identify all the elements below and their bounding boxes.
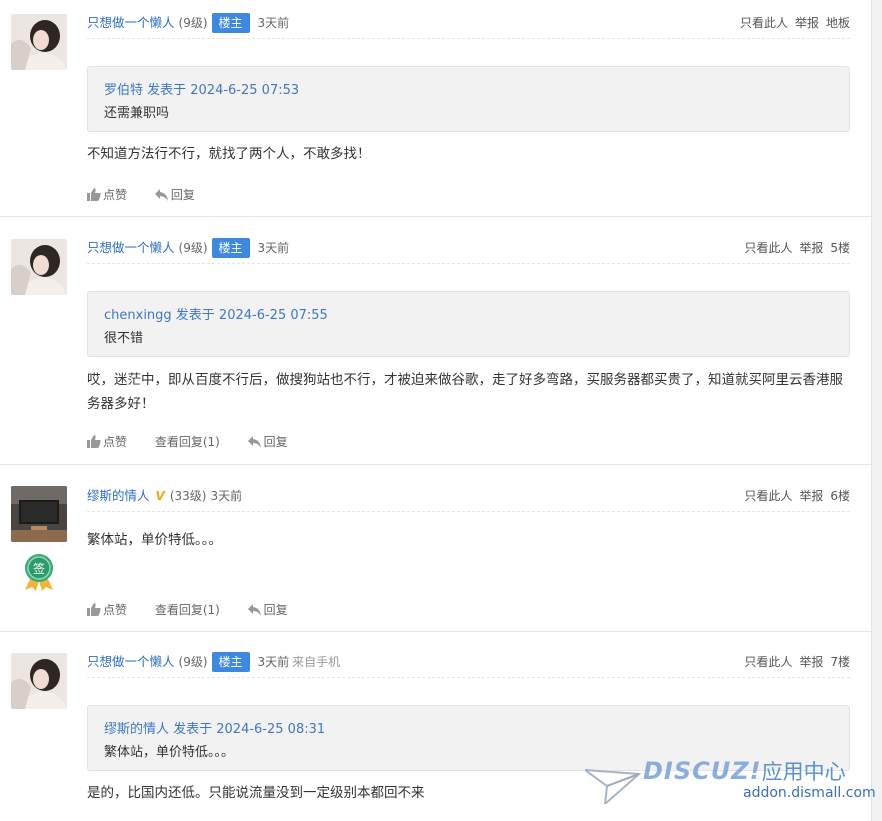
post-header: 只想做一个懒人 (9级) 楼主 3天前 来自手机 只看此人 举报 7楼 [87,651,850,678]
watermark-brand: DISCUZ! [643,757,762,785]
report-link[interactable]: 举报 [799,655,823,669]
post-content: 繁体站，单价特低。。。 [87,532,222,548]
quote-meta[interactable]: 罗伯特 发表于 2024-6-25 07:53 [104,79,833,102]
quote-text: 还需兼职吗 [104,106,170,121]
report-link[interactable]: 举报 [799,241,823,255]
reply-label: 回复 [170,188,195,202]
reply-post: 签 缪斯的情人 V (33级) 3天前 只看此人 举报 6楼 繁体站，单价特低。。。 点赞… [0,465,871,632]
report-link[interactable]: 举报 [795,16,819,30]
post-time: 3天前 [210,489,243,503]
only-this-user-link[interactable]: 只看此人 [744,241,792,255]
post-tools: 只看此人 举报 6楼 [737,485,850,507]
owner-badge: 楼主 [211,237,250,258]
quote-meta[interactable]: chenxingg 发表于 2024-6-25 07:55 [104,304,833,327]
avatar[interactable] [11,14,67,70]
post-time: 3天前 [257,241,290,255]
like-button[interactable]: 点赞 [87,601,127,618]
post-tools: 只看此人 举报 地板 [733,12,850,34]
vip-icon: V [155,489,165,503]
thumbs-up-icon [87,603,101,616]
medal-label: 签 [33,561,45,576]
avatar[interactable] [11,239,67,295]
view-replies-link[interactable]: 查看回复(1) [155,433,220,450]
paper-plane-icon [585,768,641,804]
post-actions: 点赞 查看回复(1) 回复 [87,433,312,450]
post-actions: 点赞 回复 [87,186,219,203]
user-level: (33级) [169,489,207,503]
username-link[interactable]: 只想做一个懒人 [87,240,175,255]
like-label: 点赞 [103,188,128,202]
watermark-cn: 应用中心 [761,760,846,784]
floor-number[interactable]: 6楼 [830,489,850,503]
watermark-logo: DISCUZ!应用中心 [643,756,846,786]
sign-in-medal-icon: 签 [25,554,53,591]
reply-post: 只想做一个懒人 (9级) 楼主 3天前 只看此人 举报 5楼 chenxingg 发表于 … [0,217,871,465]
reply-button[interactable]: 回复 [247,601,288,618]
reply-post: 只想做一个懒人 (9级) 楼主 3天前 只看此人 举报 地板 罗伯特 发表于 2024-6… [0,0,871,217]
post-time: 3天前 [257,655,290,669]
username-link[interactable]: 缪斯的情人 [87,488,150,503]
post-tools: 只看此人 举报 7楼 [737,651,850,673]
quote-block: 罗伯特 发表于 2024-6-25 07:53 还需兼职吗 [87,66,850,132]
user-level: (9级) [178,241,208,255]
reply-arrow-icon [154,189,168,201]
device-source: 来自手机 [292,655,341,669]
post-actions: 点赞 查看回复(1) 回复 [87,601,312,618]
only-this-user-link[interactable]: 只看此人 [744,489,792,503]
post-time: 3天前 [257,16,290,30]
post-tools: 只看此人 举报 5楼 [737,237,850,259]
avatar[interactable] [11,653,67,709]
reply-arrow-icon [247,604,261,616]
post-content: 哎，迷茫中，即从百度不行后，做搜狗站也不行，才被迫来做谷歌，走了好多弯路，买服务… [87,372,843,412]
post-header: 只想做一个懒人 (9级) 楼主 3天前 只看此人 举报 地板 [87,12,850,39]
like-button[interactable]: 点赞 [87,186,127,203]
watermark-url: addon.dismall.com [743,785,876,801]
floor-number[interactable]: 7楼 [830,655,850,669]
post-header: 缪斯的情人 V (33级) 3天前 只看此人 举报 6楼 [87,485,850,512]
reply-button[interactable]: 回复 [154,186,195,203]
only-this-user-link[interactable]: 只看此人 [740,16,788,30]
post-header: 只想做一个懒人 (9级) 楼主 3天前 只看此人 举报 5楼 [87,237,850,264]
post-content: 不知道方法行不行，就找了两个人，不敢多找！ [87,146,371,162]
quote-meta[interactable]: 缪斯的情人 发表于 2024-6-25 08:31 [104,718,833,741]
watermark: DISCUZ!应用中心 addon.dismall.com [585,756,876,806]
thumbs-up-icon [87,435,101,448]
like-label: 点赞 [103,435,128,449]
reply-arrow-icon [247,436,261,448]
scrollbar-track[interactable] [871,0,882,821]
floor-number[interactable]: 地板 [826,16,850,30]
quote-text: 很不错 [104,331,144,346]
owner-badge: 楼主 [211,12,250,33]
reply-button[interactable]: 回复 [247,433,288,450]
user-level: (9级) [178,655,208,669]
username-link[interactable]: 只想做一个懒人 [87,15,175,30]
username-link[interactable]: 只想做一个懒人 [87,654,175,669]
quote-block: chenxingg 发表于 2024-6-25 07:55 很不错 [87,291,850,357]
reply-label: 回复 [263,435,288,449]
only-this-user-link[interactable]: 只看此人 [744,655,792,669]
avatar[interactable] [11,486,67,542]
like-button[interactable]: 点赞 [87,433,127,450]
reply-label: 回复 [263,603,288,617]
owner-badge: 楼主 [211,651,250,672]
user-level: (9级) [178,16,208,30]
thumbs-up-icon [87,188,101,201]
floor-number[interactable]: 5楼 [830,241,850,255]
report-link[interactable]: 举报 [799,489,823,503]
view-replies-link[interactable]: 查看回复(1) [155,601,220,618]
like-label: 点赞 [103,603,128,617]
